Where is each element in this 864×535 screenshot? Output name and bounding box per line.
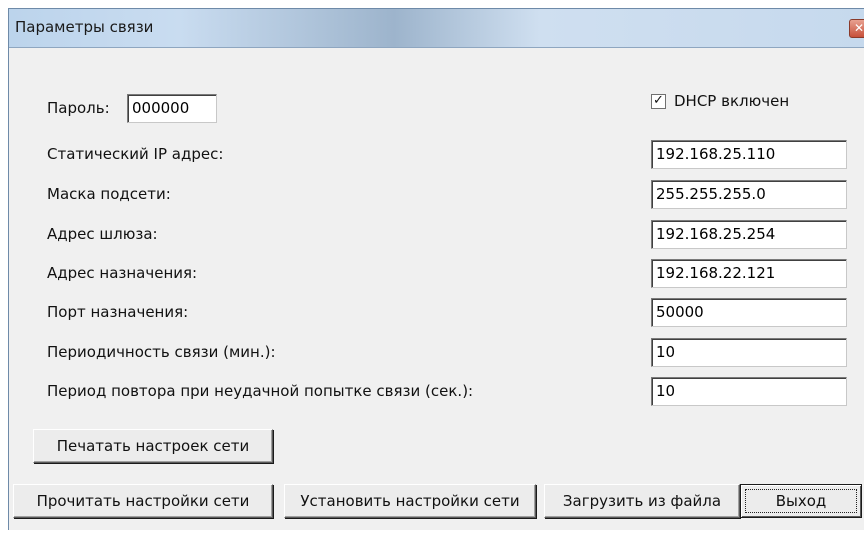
exit-button-label: Выход: [775, 491, 827, 510]
static-ip-input[interactable]: 192.168.25.110: [651, 140, 847, 169]
gateway-input[interactable]: 192.168.25.254: [651, 220, 847, 249]
password-input[interactable]: 000000: [127, 94, 217, 123]
dhcp-checkbox[interactable]: ✓: [651, 94, 666, 109]
subnet-mask-input[interactable]: 255.255.255.0: [651, 180, 847, 209]
title-bar[interactable]: Параметры связи ✕: [9, 9, 864, 48]
checkmark-icon: ✓: [653, 93, 664, 108]
set-settings-button[interactable]: Установить настройки сети: [284, 484, 536, 518]
dialog-body: Пароль: 000000 ✓ DHCP включен Статически…: [9, 48, 864, 530]
destination-port-label: Порт назначения:: [47, 303, 189, 321]
settings-dialog: Параметры связи ✕ Пароль: 000000 ✓ DHCP …: [8, 8, 864, 530]
destination-address-input[interactable]: 192.168.22.121: [651, 259, 847, 288]
subnet-mask-label: Маска подсети:: [47, 185, 171, 203]
print-settings-button[interactable]: Печатать настроек сети: [33, 429, 273, 463]
read-settings-button[interactable]: Прочитать настройки сети: [13, 484, 273, 518]
destination-address-label: Адрес назначения:: [47, 264, 198, 282]
retry-period-input[interactable]: 10: [651, 377, 847, 406]
password-label: Пароль:: [47, 99, 110, 117]
exit-button[interactable]: Выход: [740, 484, 862, 518]
retry-period-label: Период повтора при неудачной попытке свя…: [47, 382, 474, 400]
close-button[interactable]: ✕: [849, 19, 864, 38]
connection-period-label: Периодичность связи (мин.):: [47, 343, 276, 361]
connection-period-input[interactable]: 10: [651, 338, 847, 367]
destination-port-input[interactable]: 50000: [651, 298, 847, 327]
window-title: Параметры связи: [15, 18, 154, 36]
gateway-label: Адрес шлюза:: [47, 225, 158, 243]
dhcp-label: DHCP включен: [674, 92, 790, 110]
load-from-file-button[interactable]: Загрузить из файла: [544, 484, 740, 518]
static-ip-label: Статический IP адрес:: [47, 145, 224, 163]
close-icon: ✕: [853, 21, 864, 35]
